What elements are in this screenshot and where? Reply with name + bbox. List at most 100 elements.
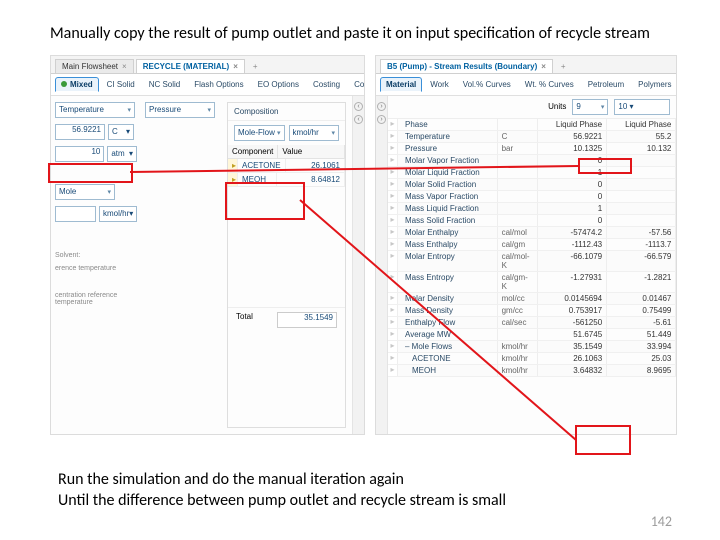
property-value-2: -1113.7 xyxy=(607,239,676,250)
property-label: Pressure xyxy=(398,143,498,154)
result-row: ▸Mass Vapor Fraction0 xyxy=(388,191,676,203)
subtab-work[interactable]: Work xyxy=(424,77,455,92)
property-value-2: 0.75499 xyxy=(607,305,676,316)
pressure-input[interactable]: 10 xyxy=(55,146,104,162)
property-value-1: 10.1325 xyxy=(538,143,607,154)
total-label: Total xyxy=(236,312,253,328)
result-row: ▸Mass Liquid Fraction1 xyxy=(388,203,676,215)
total-flow-input[interactable] xyxy=(55,206,96,222)
tab-stream-results[interactable]: B5 (Pump) - Stream Results (Boundary)× xyxy=(380,59,553,73)
subtab-polymers[interactable]: Polymers xyxy=(632,77,677,92)
result-row: ▸TemperatureC56.922155.2 xyxy=(388,131,676,143)
total-value: 35.1549 xyxy=(277,312,337,328)
right-top-tabstrip: B5 (Pump) - Stream Results (Boundary)× + xyxy=(376,56,676,74)
caret-down-icon: ▾ xyxy=(331,129,335,137)
caret-down-icon: ▾ xyxy=(277,129,281,137)
subtab-cisolid[interactable]: CI Solid xyxy=(101,77,141,92)
temperature-unit[interactable]: C▾ xyxy=(108,124,134,140)
property-label: Mass Density xyxy=(398,305,498,316)
property-unit: bar xyxy=(498,143,538,154)
property-unit xyxy=(498,203,538,214)
slide-footer: Run the simulation and do the manual ite… xyxy=(58,470,506,512)
result-row: ▸Molar Densitymol/cc0.01456940.01467 xyxy=(388,293,676,305)
left-body: Temperature▾ 56.9221 C▾ 10 atm▾ Mole▾ xyxy=(51,96,364,434)
subtab-mixed[interactable]: Mixed xyxy=(55,77,99,92)
property-unit: C xyxy=(498,131,538,142)
caret-down-icon: ▾ xyxy=(107,188,111,196)
property-label: Molar Entropy xyxy=(398,251,498,271)
property-value-2 xyxy=(607,167,676,178)
chevron-icon[interactable]: ‹ xyxy=(354,115,363,124)
result-row: ▸Mass Entropycal/gm-K-1.27931-1.2821 xyxy=(388,272,676,293)
property-label: Molar Liquid Fraction xyxy=(398,167,498,178)
chevron-icon[interactable]: › xyxy=(377,102,386,111)
row-marker-icon: ▸ xyxy=(388,191,398,202)
app-panes: Main Flowsheet× RECYCLE (MATERIAL)× + Mi… xyxy=(50,55,680,435)
row-marker-icon: ▸ xyxy=(228,159,238,172)
result-row: ▸MEOHkmol/hr3.648328.9695 xyxy=(388,365,676,377)
subtab-flash[interactable]: Flash Options xyxy=(188,77,249,92)
temperature-dd[interactable]: Temperature▾ xyxy=(55,102,135,118)
subtab-comments[interactable]: Comments xyxy=(348,77,365,92)
status-dot-icon xyxy=(61,81,67,87)
comp-basis-dd[interactable]: Mole-Flow▾ xyxy=(234,125,285,141)
property-label: Phase xyxy=(398,119,498,130)
tab-add[interactable]: + xyxy=(555,60,572,73)
result-row: ▸Molar Entropycal/mol-K-66.1079-66.579 xyxy=(388,251,676,272)
close-icon[interactable]: × xyxy=(122,62,127,71)
property-value-2: 0.01467 xyxy=(607,293,676,304)
property-value-1: -66.1079 xyxy=(538,251,607,271)
temperature-input[interactable]: 56.9221 xyxy=(55,124,105,140)
subtab-wtcurves[interactable]: Wt. % Curves xyxy=(519,77,580,92)
row-marker-icon: ▸ xyxy=(388,119,398,130)
property-value-1: 0.753917 xyxy=(538,305,607,316)
tab-main-flowsheet[interactable]: Main Flowsheet× xyxy=(55,59,134,73)
subtab-petroleum[interactable]: Petroleum xyxy=(582,77,630,92)
row-marker-icon: ▸ xyxy=(388,179,398,190)
result-row: ▸Mass Densitygm/cc0.7539170.75499 xyxy=(388,305,676,317)
caret-down-icon: ▾ xyxy=(127,106,131,114)
property-value-2: 33.994 xyxy=(607,341,676,352)
comp-row-meoh[interactable]: ▸ MEOH 8.64812 xyxy=(228,173,345,187)
comp-row-acetone[interactable]: ▸ ACETONE 26.1061 xyxy=(228,159,345,173)
property-unit: gm/cc xyxy=(498,305,538,316)
stream-col-9[interactable]: 9▾ xyxy=(572,99,608,115)
total-flow-unit[interactable]: kmol/hr▾ xyxy=(99,206,137,222)
close-icon[interactable]: × xyxy=(233,62,238,71)
pressure-dd[interactable]: Pressure▾ xyxy=(145,102,215,118)
tab-recycle-material[interactable]: RECYCLE (MATERIAL)× xyxy=(136,59,245,73)
chevron-icon[interactable]: ‹ xyxy=(354,102,363,111)
subtab-ncsolid[interactable]: NC Solid xyxy=(143,77,187,92)
property-unit xyxy=(498,179,538,190)
comp-unit-dd[interactable]: kmol/hr▾ xyxy=(289,125,340,141)
pressure-unit[interactable]: atm▾ xyxy=(107,146,137,162)
plus-icon: + xyxy=(253,62,258,71)
basis-dd[interactable]: Mole▾ xyxy=(55,184,115,200)
property-value-1: 0 xyxy=(538,191,607,202)
property-unit xyxy=(498,119,538,130)
subtab-eo[interactable]: EO Options xyxy=(252,77,305,92)
chevron-icon[interactable]: › xyxy=(377,115,386,124)
subtab-material[interactable]: Material xyxy=(380,77,422,92)
row-marker-icon: ▸ xyxy=(388,353,398,364)
close-icon[interactable]: × xyxy=(541,62,546,71)
property-value-2: -57.56 xyxy=(607,227,676,238)
stream-col-10[interactable]: 10 ▾ xyxy=(614,99,670,115)
row-marker-icon: ▸ xyxy=(388,239,398,250)
left-pane: Main Flowsheet× RECYCLE (MATERIAL)× + Mi… xyxy=(50,55,365,435)
property-value-1: 3.64832 xyxy=(538,365,607,376)
ref-temp-label: erence temperature xyxy=(55,265,137,272)
property-value-2: 51.449 xyxy=(607,329,676,340)
tab-add[interactable]: + xyxy=(247,60,264,73)
subtab-volcurves[interactable]: Vol.% Curves xyxy=(457,77,517,92)
result-row: ▸– Mole Flowskmol/hr35.154933.994 xyxy=(388,341,676,353)
right-chevrons: › › xyxy=(376,96,388,434)
row-marker-icon: ▸ xyxy=(388,215,398,226)
property-value-2: Liquid Phase xyxy=(607,119,676,130)
result-row: ▸Mass Enthalpycal/gm-1112.43-1113.7 xyxy=(388,239,676,251)
subtab-costing[interactable]: Costing xyxy=(307,77,346,92)
result-row: ▸ACETONEkmol/hr26.106325.03 xyxy=(388,353,676,365)
property-label: Temperature xyxy=(398,131,498,142)
page-number: 142 xyxy=(651,513,672,530)
row-marker-icon: ▸ xyxy=(388,329,398,340)
